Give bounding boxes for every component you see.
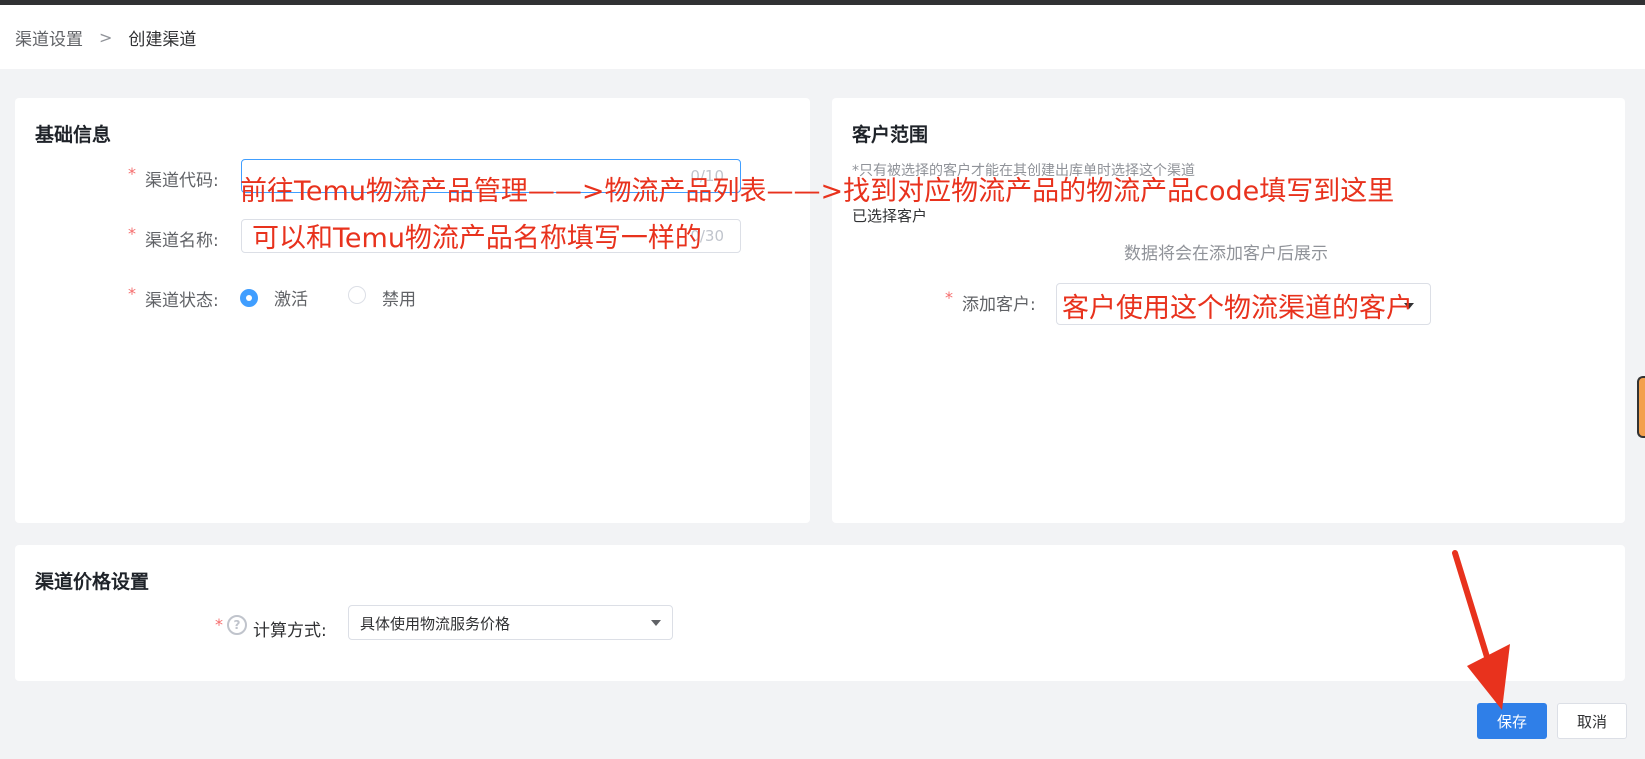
status-disabled-radio[interactable] [348, 286, 366, 304]
breadcrumb-parent[interactable]: 渠道设置 [15, 25, 83, 50]
channel-status-label: 渠道状态: [145, 291, 219, 311]
basic-info-title: 基础信息 [35, 124, 112, 146]
selected-customers-label: 已选择客户 [852, 207, 928, 225]
name-annotation: 可以和Temu物流产品名称填写一样的 [252, 223, 702, 254]
help-icon[interactable]: ? [227, 615, 247, 635]
arrow-annotation-icon [1452, 550, 1510, 710]
customer-annotation: 客户使用这个物流渠道的客户 [1062, 293, 1413, 324]
status-active-label[interactable]: 激活 [274, 285, 308, 310]
customer-scope-title: 客户范围 [852, 124, 929, 146]
basic-info-card: 基础信息 * 渠道代码: 0/10 * 渠道名称: 0/30 * 渠道状态: 激… [15, 98, 810, 523]
required-mark: * [215, 615, 223, 634]
price-setting-card: 渠道价格设置 * ? 计算方式: 具体使用物流服务价格 [15, 545, 1625, 681]
required-mark: * [128, 224, 136, 243]
breadcrumb: 渠道设置 > 创建渠道 [0, 5, 1645, 69]
channel-name-label: 渠道名称: [145, 231, 219, 251]
calc-method-value: 具体使用物流服务价格 [360, 615, 511, 633]
calc-method-select[interactable]: 具体使用物流服务价格 [348, 605, 673, 640]
code-annotation: 前往Temu物流产品管理——>物流产品列表——>找到对应物流产品的物流产品cod… [240, 176, 1395, 207]
calc-method-label: 计算方式: [253, 621, 327, 641]
scrollbar-thumb[interactable] [1637, 376, 1645, 438]
status-active-radio[interactable] [240, 289, 258, 307]
required-mark: * [128, 164, 136, 183]
cancel-button[interactable]: 取消 [1557, 703, 1627, 739]
channel-code-label: 渠道代码: [145, 171, 219, 191]
price-setting-title: 渠道价格设置 [35, 571, 150, 593]
chevron-down-icon [651, 620, 661, 626]
chevron-right-icon: > [99, 27, 113, 47]
required-mark: * [945, 288, 953, 307]
add-customer-label: 添加客户: [962, 295, 1036, 315]
breadcrumb-current: 创建渠道 [128, 29, 197, 50]
required-mark: * [128, 284, 136, 303]
status-disabled-label[interactable]: 禁用 [382, 285, 416, 310]
empty-customers-text: 数据将会在添加客户后展示 [1124, 244, 1328, 264]
